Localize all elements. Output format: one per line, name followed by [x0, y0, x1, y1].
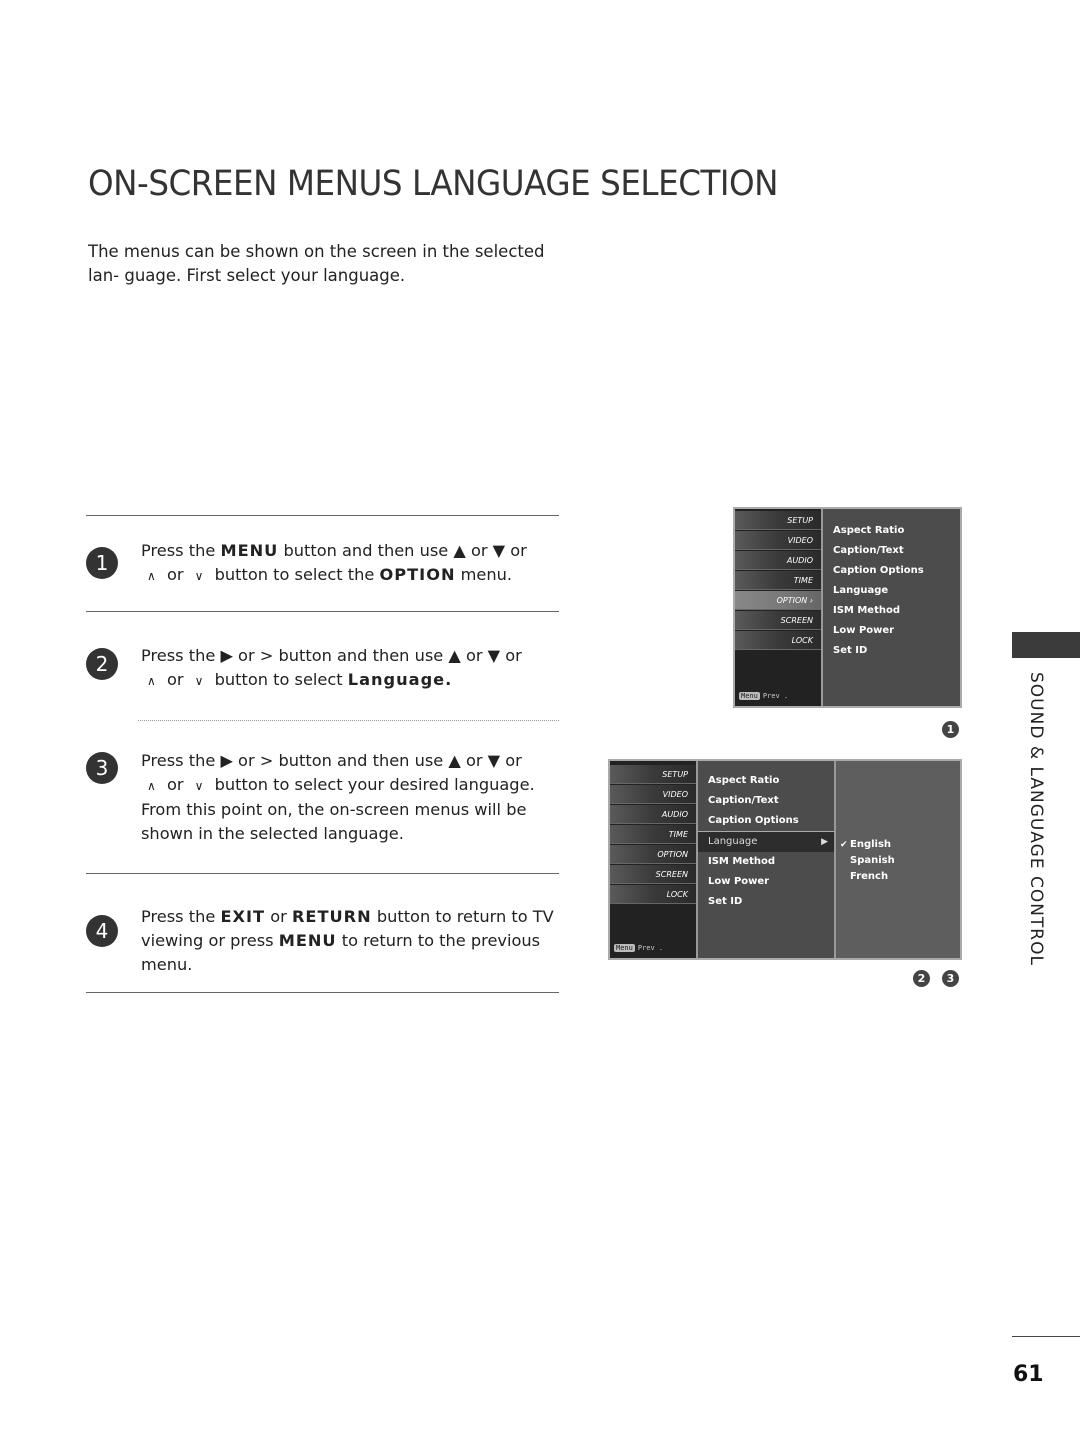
page-number: 61	[1013, 1362, 1044, 1387]
menu-key-icon: Menu	[614, 944, 635, 952]
side-item-video[interactable]: VIDEO	[735, 531, 821, 550]
menu-item-language[interactable]: Language ▶	[698, 831, 836, 852]
figure-step-3-badge: 3	[942, 970, 959, 987]
osd-side-menu: SETUP VIDEO AUDIO TIME OPTION › SCREEN L…	[735, 509, 821, 706]
menu-item-low-power[interactable]: Low Power	[698, 872, 836, 892]
osd-option-menu: SETUP VIDEO AUDIO TIME OPTION › SCREEN L…	[733, 507, 962, 708]
section-tab-marker	[1012, 632, 1080, 658]
divider	[86, 992, 559, 993]
prev-hint: Menu Prev .	[739, 692, 789, 700]
step-4-text: Press the EXIT or RETURN button to retur…	[141, 907, 554, 974]
language-option-english[interactable]: ✔ English	[836, 837, 960, 853]
side-item-audio[interactable]: AUDIO	[610, 805, 696, 824]
up-arrow-icon: ∧	[147, 569, 156, 583]
figure-step-2-badge: 2	[913, 970, 930, 987]
side-item-screen[interactable]: SCREEN	[735, 611, 821, 630]
step-3-text: Press the ▶ or > button and then use ▲ o…	[141, 751, 535, 843]
up-arrow-icon: ∧	[147, 674, 156, 688]
osd-option-list: Aspect Ratio Caption/Text Caption Option…	[696, 761, 836, 958]
divider	[86, 873, 559, 874]
section-label: SOUND & LANGUAGE CONTROL	[1026, 672, 1046, 966]
down-arrow-icon: ∨	[194, 674, 204, 688]
down-arrow-icon: ∨	[194, 569, 204, 583]
menu-item-caption-options[interactable]: Caption Options	[698, 811, 836, 831]
menu-item-caption-options[interactable]: Caption Options	[823, 561, 960, 581]
side-item-lock[interactable]: LOCK	[610, 885, 696, 904]
side-item-time[interactable]: TIME	[610, 825, 696, 844]
menu-item-aspect-ratio[interactable]: Aspect Ratio	[823, 521, 960, 541]
side-item-option[interactable]: OPTION	[610, 845, 696, 864]
menu-item-ism-method[interactable]: ISM Method	[823, 601, 960, 621]
dotted-divider	[138, 720, 559, 721]
menu-item-caption-text[interactable]: Caption/Text	[823, 541, 960, 561]
osd-option-list: Aspect Ratio Caption/Text Caption Option…	[821, 509, 960, 706]
side-item-setup[interactable]: SETUP	[735, 511, 821, 530]
down-arrow-icon: ∨	[194, 779, 204, 793]
osd-language-list: ✔ English Spanish French	[834, 761, 960, 958]
osd-language-menu: SETUP VIDEO AUDIO TIME OPTION SCREEN LOC…	[608, 759, 962, 960]
menu-item-caption-text[interactable]: Caption/Text	[698, 791, 836, 811]
side-item-screen[interactable]: SCREEN	[610, 865, 696, 884]
side-item-lock[interactable]: LOCK	[735, 631, 821, 650]
step-2-text: Press the ▶ or > button and then use ▲ o…	[141, 646, 522, 689]
language-option-french[interactable]: French	[836, 869, 960, 885]
menu-item-low-power[interactable]: Low Power	[823, 621, 960, 641]
step-1-text: Press the MENU button and then use ▲ or …	[141, 541, 527, 584]
osd-side-menu: SETUP VIDEO AUDIO TIME OPTION SCREEN LOC…	[610, 761, 696, 958]
side-item-setup[interactable]: SETUP	[610, 765, 696, 784]
side-item-video[interactable]: VIDEO	[610, 785, 696, 804]
divider	[86, 611, 559, 612]
page-title: ON-SCREEN MENUS LANGUAGE SELECTION	[88, 164, 779, 204]
step-number-3: 3	[86, 752, 118, 784]
intro-text: The menus can be shown on the screen in …	[88, 242, 545, 285]
arrow-right-icon: ▶	[821, 837, 828, 847]
checkmark-icon: ✔	[840, 840, 848, 850]
side-item-audio[interactable]: AUDIO	[735, 551, 821, 570]
figure-step-1-badge: 1	[942, 721, 959, 738]
step-number-4: 4	[86, 915, 118, 947]
step-number-1: 1	[86, 547, 118, 579]
menu-item-aspect-ratio[interactable]: Aspect Ratio	[698, 771, 836, 791]
menu-item-set-id[interactable]: Set ID	[823, 641, 960, 661]
menu-item-language[interactable]: Language	[823, 581, 960, 601]
footer-rule	[1012, 1336, 1080, 1337]
language-option-spanish[interactable]: Spanish	[836, 853, 960, 869]
side-item-time[interactable]: TIME	[735, 571, 821, 590]
divider	[86, 515, 559, 516]
side-item-option[interactable]: OPTION ›	[735, 591, 821, 610]
prev-hint: Menu Prev .	[614, 944, 664, 952]
menu-item-set-id[interactable]: Set ID	[698, 892, 836, 912]
up-arrow-icon: ∧	[147, 779, 156, 793]
step-number-2: 2	[86, 648, 118, 680]
menu-item-ism-method[interactable]: ISM Method	[698, 852, 836, 872]
menu-key-icon: Menu	[739, 692, 760, 700]
